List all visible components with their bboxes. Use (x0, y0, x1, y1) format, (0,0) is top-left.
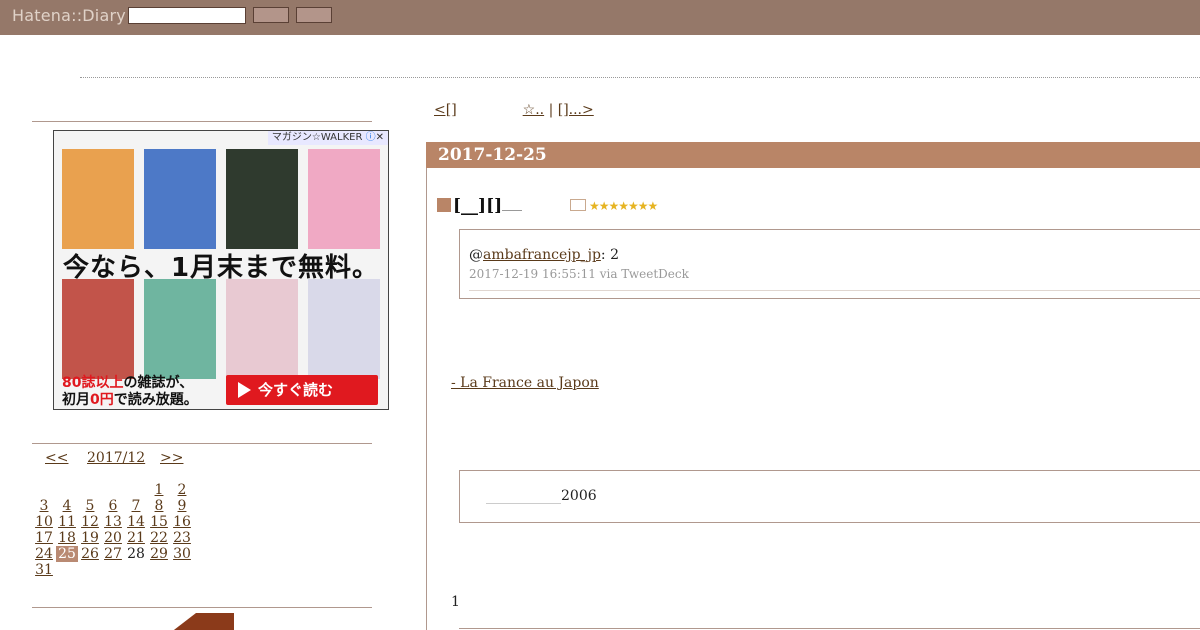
calendar-day[interactable]: 20 (102, 530, 124, 546)
info-icon: ⓘ (365, 132, 376, 143)
la-france-au-japon-link[interactable]: - La France au Japon (451, 375, 615, 391)
read-now-button[interactable]: 今すぐ読む (226, 375, 378, 405)
entry-title-blank (502, 210, 523, 211)
ad-sub-red-1: 80誌以上 (62, 375, 124, 391)
search-button[interactable] (253, 7, 289, 23)
diary-search-button[interactable] (296, 7, 332, 23)
calendar-day[interactable]: 4 (56, 498, 78, 514)
add-star-icon[interactable] (570, 199, 586, 211)
nav-separator: | (548, 102, 554, 118)
calendar-day[interactable]: 19 (79, 530, 101, 546)
calendar-next-link[interactable]: >> (160, 450, 183, 466)
tweet-user-link[interactable]: ambafrancejp_jp (483, 247, 601, 263)
tweet-meta[interactable]: 2017-12-19 16:55:11 via TweetDeck (469, 267, 689, 281)
calendar-day: 28 (127, 546, 145, 562)
ad-choices-badge[interactable]: マガジン☆WALKER ⓘ✕ (267, 131, 388, 145)
calendar-day[interactable]: 14 (125, 514, 147, 530)
prev-entry-link-tail[interactable]: ☆.. (523, 102, 544, 118)
entry-title: [__][] (437, 196, 523, 216)
calendar-day[interactable]: 11 (56, 514, 78, 530)
calendar-day[interactable]: 25 (56, 546, 78, 562)
calendar-day[interactable]: 29 (148, 546, 170, 562)
calendar-day[interactable]: 13 (102, 514, 124, 530)
ad-sub-red-2: 0円 (90, 392, 114, 408)
content-left-border (426, 142, 427, 630)
calendar-day[interactable]: 9 (171, 498, 193, 514)
magazine-cover (308, 149, 380, 249)
magazine-cover (62, 279, 134, 379)
entry-date-header: 2017-12-25 (426, 142, 1200, 168)
calendar-day[interactable]: 8 (148, 498, 170, 514)
calendar-day[interactable]: 24 (33, 546, 55, 562)
calendar-day[interactable]: 12 (79, 514, 101, 530)
entry-navigation: <[] ☆.. | []...> (434, 102, 636, 118)
entry-marker-icon[interactable] (437, 198, 451, 212)
ad-sub-prefix-2: 初月 (62, 392, 90, 408)
calendar-day[interactable]: 10 (33, 514, 55, 530)
calendar-day[interactable]: 18 (56, 530, 78, 546)
quote-blank (486, 503, 561, 504)
calendar-day[interactable]: 3 (33, 498, 55, 514)
calendar-day[interactable]: 26 (79, 546, 101, 562)
magazine-cover (226, 149, 298, 249)
calendar-day[interactable]: 17 (33, 530, 55, 546)
magazine-cover (308, 279, 380, 379)
entry-date[interactable]: 2017-12-25 (438, 145, 547, 165)
calendar-day[interactable]: 21 (125, 530, 147, 546)
sidebar-divider (32, 607, 372, 608)
magazine-cover (144, 279, 216, 379)
sidebar-divider (32, 443, 372, 444)
magazine-covers-row-1 (62, 149, 380, 249)
calendar-day[interactable]: 7 (125, 498, 147, 514)
blockquote-top-border (459, 628, 1200, 629)
tweet-text: @ambafrancejp_jp: 2 (469, 247, 619, 263)
calendar-day[interactable]: 30 (171, 546, 193, 562)
calendar-day[interactable]: 2 (171, 482, 193, 498)
stars-icon[interactable]: ★★★★★★★ (589, 199, 658, 213)
sidebar-divider (32, 121, 372, 122)
calendar-month-link[interactable]: 2017/12 (87, 450, 145, 466)
tweet-divider (469, 290, 1200, 291)
close-icon[interactable]: ✕ (376, 132, 384, 143)
ad-brand: マガジン☆WALKER (271, 132, 363, 143)
entry-title-text[interactable]: [__][] (453, 196, 502, 216)
calendar-prev-link[interactable]: << (45, 450, 68, 466)
sidebar-image[interactable] (170, 613, 234, 630)
entry-paragraph: 1 (451, 594, 460, 610)
blockquote: 2006 (459, 470, 1200, 523)
magazine-ad-banner[interactable]: マガジン☆WALKER ⓘ✕ 今なら、1月末まで無料。 80誌以上の雑誌が、 初… (53, 130, 389, 410)
next-entry-link[interactable]: []...> (558, 102, 594, 118)
calendar-day[interactable]: 16 (171, 514, 193, 530)
prev-entry-link[interactable]: <[] (434, 102, 457, 118)
search-input[interactable] (128, 7, 246, 24)
magazine-cover (144, 149, 216, 249)
embedded-tweet: @ambafrancejp_jp: 2 2017-12-19 16:55:11 … (459, 229, 1200, 299)
calendar-day[interactable]: 5 (79, 498, 101, 514)
magazine-cover (226, 279, 298, 379)
calendar-day[interactable]: 22 (148, 530, 170, 546)
read-now-label: 今すぐ読む (258, 381, 334, 399)
ad-subtext: 80誌以上の雑誌が、 初月0円で読み放題。 (62, 375, 198, 409)
hatena-diary-logo[interactable]: Hatena::Diary (12, 6, 126, 25)
calendar-day[interactable]: 1 (148, 482, 170, 498)
ad-sub-text-2: で読み放題。 (113, 392, 198, 408)
magazine-cover (62, 149, 134, 249)
ad-sub-text-1: の雑誌が、 (123, 375, 194, 391)
la-france-au-japon-label: - La France au Japon (451, 375, 599, 391)
calendar-day[interactable]: 27 (102, 546, 124, 562)
top-bar: Hatena::Diary (0, 0, 1200, 35)
play-icon (238, 382, 251, 398)
calendar-day[interactable]: 6 (102, 498, 124, 514)
tweet-mention: @ (469, 247, 483, 263)
quote-year: 2006 (561, 488, 597, 504)
calendar-day[interactable]: 15 (148, 514, 170, 530)
tweet-body: : 2 (600, 247, 619, 263)
magazine-covers-row-2 (62, 279, 380, 379)
calendar-day[interactable]: 23 (171, 530, 193, 546)
quote-text: 2006 (486, 488, 597, 504)
hatena-star: ★★★★★★★ (570, 199, 658, 213)
calendar-day[interactable]: 31 (33, 562, 55, 578)
header-divider (80, 77, 1200, 78)
